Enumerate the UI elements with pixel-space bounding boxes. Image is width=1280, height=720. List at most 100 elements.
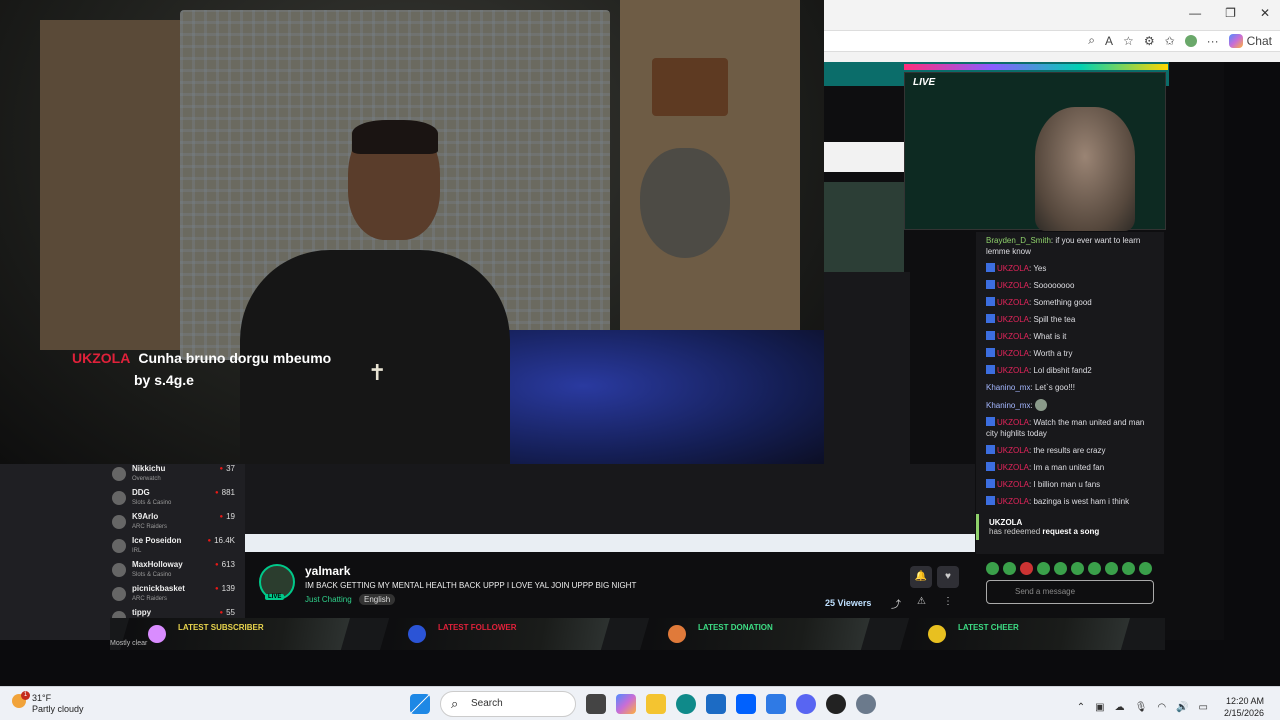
diamond-icon	[928, 625, 946, 643]
more-options-icon[interactable]: ⋮	[943, 596, 953, 607]
prime-badge-icon[interactable]	[986, 365, 995, 374]
emote-icon[interactable]	[1037, 562, 1050, 575]
prime-badge-icon[interactable]	[986, 417, 995, 426]
channel-game: Overwatch	[132, 476, 161, 482]
chat-username[interactable]: UKZOLA	[997, 298, 1029, 307]
battery-icon[interactable]: ▭	[1199, 702, 1208, 713]
prime-badge-icon[interactable]	[986, 445, 995, 454]
report-icon[interactable]: ⚠	[917, 596, 926, 607]
prime-badge-icon[interactable]	[986, 280, 995, 289]
sidebar-channel[interactable]: picnickbasketARC Raiders139	[0, 584, 245, 608]
tray-app-icon[interactable]: ▣	[1095, 702, 1104, 713]
extensions-icon[interactable]: ⚙	[1144, 34, 1155, 48]
chat-username[interactable]: UKZOLA	[997, 281, 1029, 290]
prime-badge-icon[interactable]	[986, 314, 995, 323]
prime-badge-icon[interactable]	[986, 331, 995, 340]
prime-badge-icon[interactable]	[986, 462, 995, 471]
clock[interactable]: 12:20 AM 2/15/2026	[1224, 695, 1264, 719]
nested-stream-capture	[245, 464, 975, 534]
chat-username[interactable]: UKZOLA	[997, 315, 1029, 324]
chat-username[interactable]: UKZOLA	[997, 264, 1029, 273]
zoom-icon[interactable]: ⌕	[1088, 33, 1095, 48]
share-icon[interactable]: ⤴	[891, 596, 901, 611]
more-icon[interactable]: ···	[1207, 34, 1219, 48]
obs-icon[interactable]	[826, 694, 846, 714]
emote-row	[986, 562, 1154, 576]
sidebar-channel[interactable]: K9ArloARC Raiders19	[0, 512, 245, 536]
clock-time: 12:20 AM	[1225, 696, 1264, 706]
emote-icon[interactable]	[1122, 562, 1135, 575]
chat-input[interactable]: Send a message	[986, 580, 1154, 604]
emote-icon[interactable]	[1054, 562, 1067, 575]
chat-username[interactable]: Khanino_mx	[986, 401, 1030, 410]
dropbox-icon[interactable]	[736, 694, 756, 714]
prime-badge-icon[interactable]	[986, 297, 995, 306]
chat-message: UKZOLA: I billion man u fans	[976, 476, 1164, 493]
discord-icon[interactable]	[796, 694, 816, 714]
favorites-icon[interactable]: ✩	[1165, 34, 1175, 48]
chat-username[interactable]: UKZOLA	[997, 349, 1029, 358]
store-icon[interactable]	[706, 694, 726, 714]
chevron-up-icon[interactable]: ⌃	[1077, 702, 1085, 713]
notifications-bell-button[interactable]: 🔔	[910, 566, 932, 588]
microphone-icon[interactable]: 🎙	[1135, 702, 1148, 713]
mail-icon[interactable]	[766, 694, 786, 714]
wifi-icon[interactable]: ◠	[1157, 702, 1166, 713]
sidebar-channel[interactable]: DDGSlots & Casino881	[0, 488, 245, 512]
copilot-chat-button[interactable]: Chat	[1228, 33, 1272, 48]
follow-heart-button[interactable]: ♥	[937, 566, 959, 588]
favorite-icon[interactable]: ☆	[1123, 34, 1134, 48]
emote-icon[interactable]	[1088, 562, 1101, 575]
alert-latest-follower: LATEST FOLLOWER	[380, 618, 610, 650]
copilot-icon[interactable]	[616, 694, 636, 714]
emote-icon[interactable]	[1139, 562, 1152, 575]
edge-icon[interactable]	[676, 694, 696, 714]
settings-icon[interactable]	[856, 694, 876, 714]
start-icon[interactable]	[410, 694, 430, 714]
chat-username[interactable]: Brayden_D_Smith	[986, 236, 1051, 245]
volume-icon[interactable]: 🔊	[1176, 702, 1188, 713]
minimize-button[interactable]: —	[1189, 6, 1201, 20]
cloud-icon[interactable]: ☁	[1115, 702, 1125, 713]
chat-username[interactable]: UKZOLA	[997, 463, 1029, 472]
sidebar-channel[interactable]: Ice PoseidonIRL16.4K	[0, 536, 245, 560]
language-tag[interactable]: English	[359, 594, 396, 605]
channel-name[interactable]: yalmark	[305, 564, 350, 578]
live-badge: LIVE	[265, 594, 285, 600]
chat-username[interactable]: UKZOLA	[997, 332, 1029, 341]
chat-username[interactable]: UKZOLA	[997, 497, 1029, 506]
chat-username[interactable]: UKZOLA	[997, 418, 1029, 427]
sidebar-channel[interactable]: NikkichuOverwatch37	[0, 464, 245, 488]
emote-icon[interactable]	[1071, 562, 1084, 575]
search-label: Search	[471, 698, 503, 709]
taskbar-search[interactable]: Search	[440, 691, 576, 717]
weather-widget[interactable]: 1 31°F Partly cloudy	[12, 691, 84, 715]
emote-icon[interactable]	[1003, 562, 1016, 575]
chat-username[interactable]: UKZOLA	[997, 446, 1029, 455]
alert-latest-subscriber: LATEST SUBSCRIBER	[120, 618, 350, 650]
maximize-button[interactable]: ❐	[1225, 6, 1236, 20]
emote-icon[interactable]	[986, 562, 999, 575]
close-button[interactable]: ✕	[1260, 6, 1270, 20]
stream-category[interactable]: Just Chatting	[305, 595, 352, 604]
stream-alerts-bar: LATEST SUBSCRIBER LATEST FOLLOWER LATEST…	[110, 618, 1165, 650]
profile-icon[interactable]	[1184, 34, 1197, 47]
prime-badge-icon[interactable]	[986, 348, 995, 357]
emote-icon[interactable]	[1105, 562, 1118, 575]
webcam-video: ✝	[0, 0, 824, 464]
prime-badge-icon[interactable]	[986, 496, 995, 505]
emote-icon[interactable]	[1020, 562, 1033, 575]
chat-text: Let`s goo!!!	[1034, 383, 1075, 392]
prime-badge-icon[interactable]	[986, 479, 995, 488]
file-explorer-icon[interactable]	[646, 694, 666, 714]
windows-taskbar: 1 31°F Partly cloudy Search ⌃ ▣ ☁ 🎙 ◠ 🔊 …	[0, 686, 1280, 720]
chat-username[interactable]: UKZOLA	[997, 366, 1029, 375]
sidebar-channel[interactable]: MaxHollowaySlots & Casino613	[0, 560, 245, 584]
alert-label: LATEST FOLLOWER	[438, 623, 517, 632]
prime-badge-icon[interactable]	[986, 263, 995, 272]
read-aloud-icon[interactable]: A	[1105, 34, 1113, 48]
task-view-icon[interactable]	[586, 694, 606, 714]
chat-text: Soooooooo	[1033, 281, 1075, 290]
chat-username[interactable]: UKZOLA	[997, 480, 1029, 489]
chat-username[interactable]: Khanino_mx	[986, 383, 1030, 392]
